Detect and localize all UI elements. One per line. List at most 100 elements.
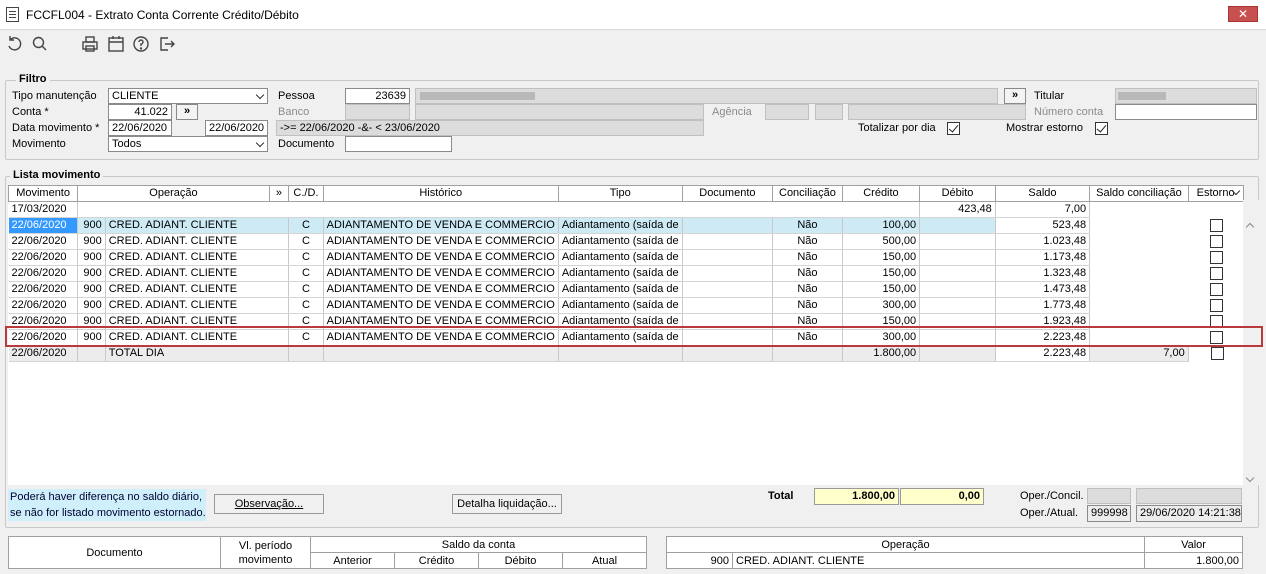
oper-atual-user: 999998 — [1087, 505, 1131, 522]
help-icon[interactable] — [131, 34, 151, 54]
cell-saldo-conc — [1090, 298, 1189, 314]
agencia-field — [765, 104, 809, 120]
col-documento[interactable]: Documento — [681, 185, 774, 202]
documento-input[interactable] — [345, 136, 452, 152]
cell-saldo-conc — [1090, 266, 1189, 282]
agencia-label: Agência — [712, 106, 752, 118]
cell-hist: ADIANTAMENTO DE VENDA E COMMERCIO — [323, 297, 559, 314]
cell-saldo: 1.773,48 — [995, 297, 1091, 314]
cell-credito: 100,00 — [842, 217, 921, 234]
grid-header: Movimento Operação » C./D. Histórico Tip… — [7, 185, 1244, 202]
cell-debito — [919, 265, 996, 282]
exit-icon[interactable] — [157, 34, 177, 54]
total-blank — [772, 345, 843, 362]
data-movimento-label: Data movimento * — [12, 122, 100, 134]
numero-conta-label: Número conta — [1034, 106, 1104, 118]
documento-label: Documento — [278, 138, 335, 150]
op-code: 900 — [666, 552, 733, 569]
observacao-button[interactable]: Observação... — [214, 494, 324, 514]
cell-saldo: 1.473,48 — [995, 281, 1091, 298]
table-row[interactable]: 22/06/2020 900 CRED. ADIANT. CLIENTE C ADIAN… — [8, 281, 1244, 298]
close-button[interactable]: ✕ — [1228, 6, 1258, 22]
cell-doc — [682, 297, 774, 314]
search-icon[interactable] — [30, 34, 50, 54]
op-name: CRED. ADIANT. CLIENTE — [732, 552, 1145, 569]
estorno-checkbox[interactable] — [1210, 250, 1224, 264]
estorno-checkbox[interactable] — [1210, 218, 1224, 232]
cell-op-code: 900 — [77, 233, 106, 250]
data-ate-input[interactable]: 22/06/2020 — [205, 120, 268, 136]
col-movimento[interactable]: Movimento — [7, 185, 79, 202]
refresh-icon[interactable] — [5, 34, 25, 54]
table-row[interactable]: 22/06/2020 900 CRED. ADIANT. CLIENTE C ADIAN… — [8, 265, 1244, 282]
oper-concil-label: Oper./Concil. — [1020, 490, 1084, 502]
total-blank — [558, 345, 683, 362]
titular-label: Titular — [1034, 90, 1065, 102]
saldo-warning-note: Poderá haver diferença no saldo diário, … — [8, 489, 206, 521]
scroll-down-icon[interactable] — [1245, 473, 1255, 483]
print-icon[interactable] — [80, 34, 100, 54]
col-saldo-conciliacao[interactable]: Saldo conciliação — [1089, 185, 1189, 202]
table-row[interactable]: 22/06/2020 900 CRED. ADIANT. CLIENTE C ADIAN… — [8, 217, 1243, 234]
col-operacao[interactable]: Operação — [77, 185, 270, 202]
cell-estorno — [1188, 250, 1243, 266]
cell-hist: ADIANTAMENTO DE VENDA E COMMERCIO — [323, 281, 559, 298]
table-row[interactable]: 22/06/2020 900 CRED. ADIANT. CLIENTE C ADIAN… — [8, 249, 1244, 266]
col-saldo[interactable]: Saldo — [994, 185, 1091, 202]
col-historico[interactable]: Histórico — [322, 185, 559, 202]
estorno-checkbox[interactable] — [1210, 298, 1224, 312]
col-cd[interactable]: C./D. — [288, 185, 324, 202]
mostrar-estorno-checkbox[interactable] — [1095, 122, 1108, 135]
cell-cd: C — [288, 281, 324, 298]
cell-hist: ADIANTAMENTO DE VENDA E COMMERCIO — [323, 265, 559, 282]
cell-estorno — [1188, 234, 1243, 250]
col-expand[interactable]: » — [268, 185, 290, 202]
cell-op-code: 900 — [77, 281, 106, 298]
cell-saldo: 523,48 — [995, 217, 1091, 234]
cell-op: CRED. ADIANT. CLIENTE — [105, 249, 290, 266]
movimento-select[interactable]: Todos — [108, 136, 268, 152]
calendar-icon[interactable] — [106, 34, 126, 54]
h-debito: Débito — [478, 552, 563, 569]
col-credito[interactable]: Crédito — [841, 185, 921, 202]
cell-credito: 300,00 — [842, 297, 921, 314]
estorno-checkbox[interactable] — [1210, 282, 1224, 296]
col-debito[interactable]: Débito — [919, 185, 996, 202]
pessoa-input[interactable]: 23639 — [345, 88, 410, 104]
scroll-up-icon[interactable] — [1245, 222, 1255, 232]
estorno-checkbox[interactable] — [1210, 346, 1224, 360]
cell-hist: ADIANTAMENTO DE VENDA E COMMERCIO — [323, 249, 559, 266]
numero-conta-field — [1115, 104, 1257, 120]
conta-lookup-button[interactable]: » — [176, 104, 198, 120]
col-conciliacao[interactable]: Conciliação — [772, 185, 843, 202]
highlight-annotation — [5, 326, 1263, 347]
conta-label: Conta * — [12, 106, 49, 118]
pessoa-name-blurred — [420, 92, 535, 100]
opening-row[interactable]: 17/03/2020 423,48 7,00 — [8, 201, 1244, 218]
total-blank — [288, 345, 324, 362]
total-label: Total — [768, 490, 794, 502]
h-valor: Valor — [1144, 536, 1243, 553]
totalizar-checkbox[interactable] — [947, 122, 960, 135]
operacao-row[interactable]: 900 CRED. ADIANT. CLIENTE 1.800,00 — [666, 552, 1243, 569]
tipo-manutencao-select[interactable]: CLIENTE — [108, 88, 268, 104]
col-tipo[interactable]: Tipo — [557, 185, 683, 202]
estorno-checkbox[interactable] — [1210, 234, 1224, 248]
table-row[interactable]: 22/06/2020 900 CRED. ADIANT. CLIENTE C ADIAN… — [8, 233, 1244, 250]
detalha-liquidacao-button[interactable]: Detalha liquidação... — [452, 494, 562, 514]
h-documento: Documento — [8, 536, 221, 569]
cell-date: 22/06/2020 — [8, 265, 79, 282]
cell-tipo: Adiantamento (saída de — [558, 297, 683, 314]
total-row[interactable]: 22/06/2020 TOTAL DIA 1.800,00 2.223,48 7,00 — [8, 345, 1243, 362]
estorno-checkbox[interactable] — [1210, 266, 1224, 280]
pessoa-lookup-button[interactable]: » — [1004, 88, 1026, 104]
cell-op-code: 900 — [77, 265, 106, 282]
conta-input[interactable]: 41.022 — [108, 104, 172, 120]
cell-saldo: 1.323,48 — [995, 265, 1091, 282]
cell-debito — [919, 217, 996, 234]
cell-cd: C — [288, 297, 324, 314]
cell-cd: C — [288, 217, 324, 234]
table-row[interactable]: 22/06/2020 900 CRED. ADIANT. CLIENTE C ADIAN… — [8, 297, 1244, 314]
data-de-input[interactable]: 22/06/2020 — [108, 120, 172, 136]
data-expression: ->= 22/06/2020 -&- < 23/06/2020 — [276, 120, 704, 136]
